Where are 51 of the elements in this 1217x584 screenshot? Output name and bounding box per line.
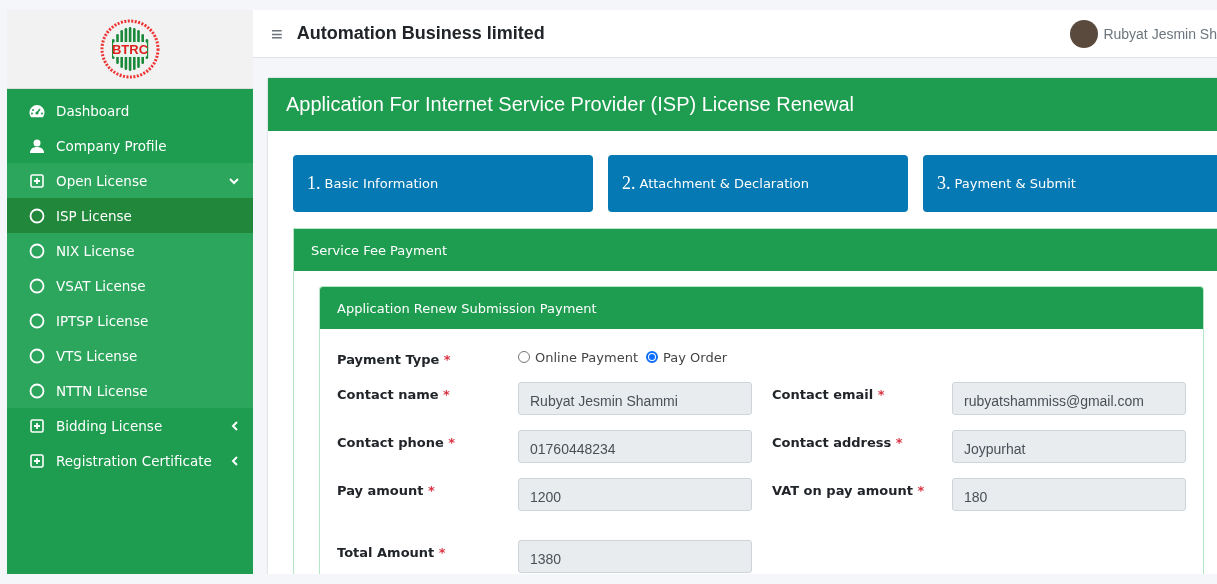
circle-icon (28, 382, 45, 399)
user-name[interactable]: Rubyat Jesmin Sh (1103, 25, 1217, 42)
radio-icon[interactable] (518, 351, 530, 363)
sidebar-item[interactable]: Company Profile (7, 128, 253, 163)
circle-icon (28, 347, 45, 364)
plus-square-icon (29, 418, 44, 433)
panel-header: Application Renew Submission Payment (320, 287, 1203, 329)
radio-option[interactable]: Online Payment (518, 349, 638, 365)
input-field[interactable]: Rubyat Jesmin Shammi (518, 382, 752, 415)
avatar (1070, 19, 1099, 48)
sidebar-item[interactable]: NIX License (7, 233, 253, 268)
sidebar-item[interactable]: Open License (7, 163, 253, 198)
page-title-bar: Application For Internet Service Provider (ISP) License Renewal (268, 78, 1217, 131)
circle-icon (28, 207, 45, 224)
radio-icon[interactable] (646, 351, 658, 363)
field-label: Pay amount * (337, 482, 436, 500)
user-icon (29, 138, 44, 153)
step-tab[interactable]: 2. Attachment & Declaration (608, 155, 908, 212)
field-label: Payment Type * (337, 351, 452, 367)
input-field[interactable]: Joypurhat (952, 430, 1186, 463)
sidebar-item[interactable]: Registration Certificate (7, 443, 253, 478)
input-field[interactable]: 1380 (518, 540, 752, 573)
dashboard-icon (28, 103, 45, 118)
radio-option[interactable]: Pay Order (646, 349, 727, 365)
sidebar-item[interactable]: Bidding License (7, 408, 253, 443)
field-label: Total Amount * (337, 544, 447, 562)
circle-icon (28, 277, 45, 294)
input-field[interactable]: 180 (952, 478, 1186, 511)
sidebar-item[interactable]: Dashboard (7, 93, 253, 128)
field-label: Contact address * (772, 434, 904, 452)
sidebar-item[interactable]: VTS License (7, 338, 253, 373)
input-field[interactable]: rubyatshammiss@gmail.com (952, 382, 1186, 415)
sidebar-item[interactable]: VSAT License (7, 268, 253, 303)
sidebar-item[interactable]: ISP License (7, 198, 253, 233)
field-label: VAT on pay amount * (772, 482, 926, 500)
company-name: Automation Business limited (296, 23, 546, 44)
field-label: Contact email * (772, 386, 886, 404)
input-field[interactable]: 1200 (518, 478, 752, 511)
input-field[interactable]: 01760448234 (518, 430, 752, 463)
field-label: Contact name * (337, 386, 451, 404)
circle-icon (28, 242, 45, 259)
sidebar-item[interactable]: IPTSP License (7, 303, 253, 338)
step-tab[interactable]: 1. Basic Information (293, 155, 593, 212)
step-tab[interactable]: 3. Payment & Submit (923, 155, 1217, 212)
plus-square-icon (29, 173, 44, 188)
menu-button[interactable]: ≡ (271, 23, 283, 44)
field-label: Contact phone * (337, 434, 457, 452)
panel-header: Service Fee Payment (294, 229, 1217, 271)
circle-icon (28, 312, 45, 329)
sidebar-item[interactable]: NTTN License (7, 373, 253, 408)
plus-square-icon (29, 453, 44, 468)
